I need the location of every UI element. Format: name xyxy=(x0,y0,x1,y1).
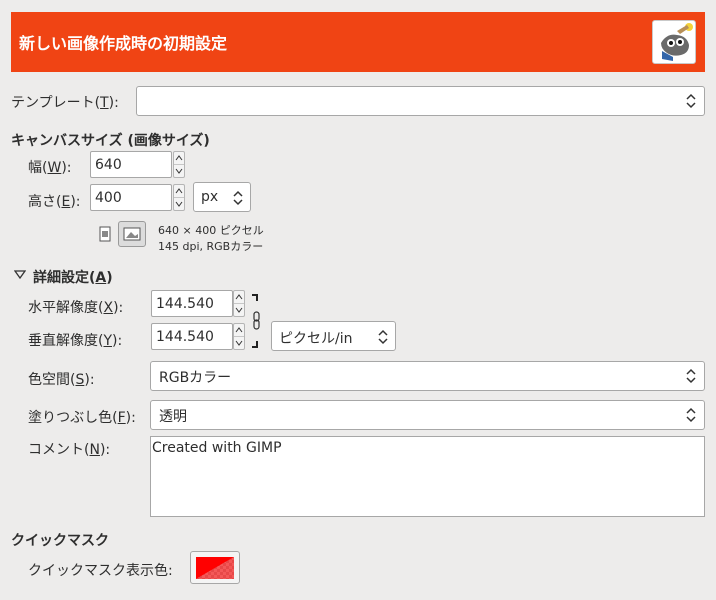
portrait-icon xyxy=(99,226,111,242)
y-resolution-input[interactable]: 144.540 xyxy=(151,323,233,350)
width-decrement-button[interactable] xyxy=(174,165,184,178)
triangle-down-icon xyxy=(13,270,27,280)
quick-mask-color-label: クイックマスク表示色: xyxy=(28,563,173,579)
portrait-orientation-button[interactable] xyxy=(94,222,116,246)
x-resolution-label: 水平解像度(X): xyxy=(28,300,124,316)
landscape-orientation-button[interactable] xyxy=(118,221,146,247)
advanced-expander[interactable] xyxy=(13,268,27,280)
fill-label: 塗りつぶし色(F): xyxy=(28,410,136,426)
chain-link-icon xyxy=(252,294,260,348)
resolution-unit-combo[interactable]: ピクセル/in xyxy=(271,321,396,351)
updown-arrow-icon xyxy=(686,93,696,109)
y-resolution-decrement-button[interactable] xyxy=(234,337,244,350)
height-increment-button[interactable] xyxy=(174,185,184,198)
quick-mask-heading: クイックマスク xyxy=(11,533,109,549)
height-decrement-button[interactable] xyxy=(174,198,184,211)
width-stepper[interactable] xyxy=(173,151,185,178)
height-label: 高さ(E): xyxy=(28,194,81,210)
size-unit-combo[interactable]: px xyxy=(193,182,251,212)
color-space-combo[interactable]: RGBカラー xyxy=(150,361,705,391)
updown-arrow-icon xyxy=(686,368,696,384)
advanced-heading[interactable]: 詳細設定(A) xyxy=(33,267,113,287)
updown-arrow-icon xyxy=(378,329,388,345)
gimp-logo-icon xyxy=(652,20,696,64)
updown-arrow-icon xyxy=(233,190,243,206)
chain-link-button[interactable] xyxy=(248,293,264,349)
x-resolution-increment-button[interactable] xyxy=(234,291,244,304)
canvas-size-heading: キャンバスサイズ (画像サイズ) xyxy=(11,133,210,149)
height-stepper[interactable] xyxy=(173,184,185,211)
y-resolution-label: 垂直解像度(Y): xyxy=(28,333,123,349)
header-title: 新しい画像作成時の初期設定 xyxy=(19,34,228,53)
y-resolution-increment-button[interactable] xyxy=(234,324,244,337)
y-resolution-stepper[interactable] xyxy=(233,323,245,350)
width-increment-button[interactable] xyxy=(174,152,184,165)
canvas-size-info: 640 × 400 ピクセル xyxy=(158,224,264,237)
width-label: 幅(W): xyxy=(28,160,72,176)
x-resolution-stepper[interactable] xyxy=(233,290,245,317)
template-label: テンプレート(T): xyxy=(11,95,119,111)
template-combo[interactable] xyxy=(136,86,705,116)
updown-arrow-icon xyxy=(686,407,696,423)
landscape-icon xyxy=(123,227,141,241)
canvas-resolution-info: 145 dpi, RGBカラー xyxy=(158,240,264,253)
dialog-header: 新しい画像作成時の初期設定 xyxy=(11,12,705,72)
x-resolution-input[interactable]: 144.540 xyxy=(151,290,233,317)
width-input[interactable]: 640 xyxy=(90,151,172,178)
height-input[interactable]: 400 xyxy=(90,184,172,211)
x-resolution-decrement-button[interactable] xyxy=(234,304,244,317)
fill-combo[interactable]: 透明 xyxy=(150,400,705,430)
comment-textarea[interactable]: Created with GIMP xyxy=(150,436,705,517)
color-swatch xyxy=(196,557,234,579)
color-space-label: 色空間(S): xyxy=(28,372,95,388)
comment-label: コメント(N): xyxy=(28,442,111,458)
quick-mask-color-button[interactable] xyxy=(190,551,240,584)
